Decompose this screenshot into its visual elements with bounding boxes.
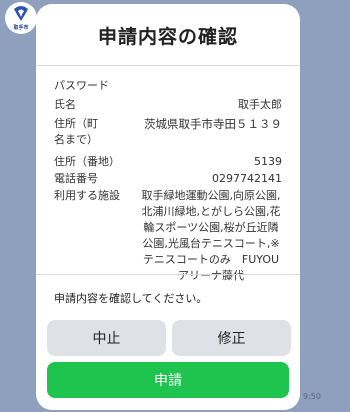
row-label: パスワード bbox=[54, 79, 109, 92]
dialog-title: 申請内容の確認 bbox=[97, 26, 238, 48]
message-timestamp: 9:50 bbox=[303, 392, 321, 401]
row-value: 取手緑地運動公園,向原公園,北浦川緑地,とがしら公園,花輪スポーツ公園,桜が丘近… bbox=[141, 189, 281, 282]
row-label: 氏名 bbox=[54, 98, 76, 111]
city-emblem-icon bbox=[14, 6, 28, 21]
row-name: 氏名 取手太郎 bbox=[54, 97, 282, 113]
row-label: 利用する施設 bbox=[54, 189, 120, 202]
row-value: 0297742141 bbox=[212, 172, 282, 185]
row-value: 5139 bbox=[254, 155, 282, 168]
row-label: 住所（番地） bbox=[54, 155, 120, 168]
row-address-town: 住所（町名まで） 茨城県取手市寺田５１３９ bbox=[54, 116, 282, 148]
row-password: パスワード bbox=[54, 78, 282, 94]
row-address-number: 住所（番地） 5139 bbox=[54, 154, 282, 170]
row-label: 電話番号 bbox=[54, 172, 98, 185]
cancel-button[interactable]: 中止 bbox=[47, 320, 166, 356]
row-phone: 電話番号 0297742141 bbox=[54, 171, 282, 187]
row-facility: 利用する施設 取手緑地運動公園,向原公園,北浦川緑地,とがしら公園,花輪スポーツ… bbox=[54, 188, 282, 284]
confirm-message: 申請内容を確認してください。 bbox=[54, 292, 208, 305]
divider bbox=[36, 274, 300, 275]
sender-avatar[interactable]: 取手市 bbox=[5, 2, 37, 34]
divider bbox=[36, 65, 300, 66]
sender-caption: 取手市 bbox=[13, 25, 29, 31]
confirmation-dialog: 申請内容の確認 パスワード 氏名 取手太郎 住所（町名まで） 茨城県取手市寺田５… bbox=[36, 4, 300, 410]
row-value: 取手太郎 bbox=[238, 98, 282, 111]
row-label: 住所（町名まで） bbox=[54, 117, 98, 146]
row-value: 茨城県取手市寺田５１３９ bbox=[144, 117, 282, 131]
submit-button[interactable]: 申請 bbox=[47, 362, 289, 398]
detail-list: パスワード 氏名 取手太郎 住所（町名まで） 茨城県取手市寺田５１３９ 住所（番… bbox=[54, 78, 282, 285]
edit-button[interactable]: 修正 bbox=[172, 320, 291, 356]
